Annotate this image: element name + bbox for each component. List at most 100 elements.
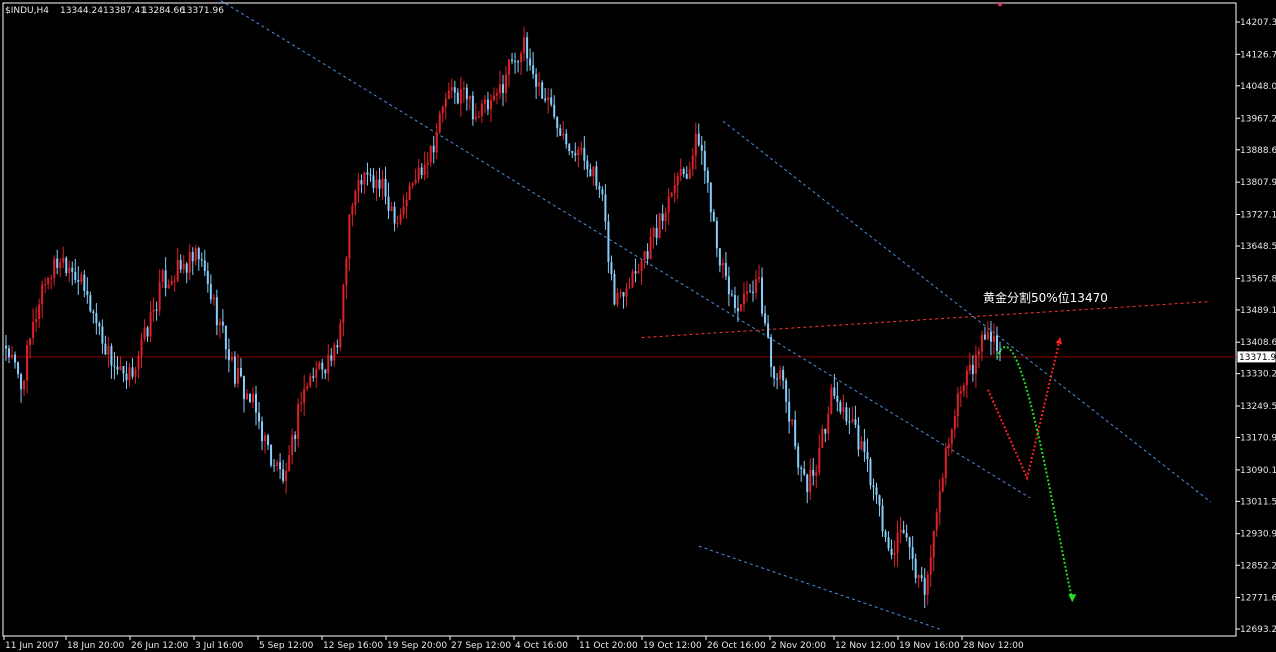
candle-body — [408, 185, 411, 200]
candle — [869, 457, 872, 490]
candle — [438, 110, 441, 134]
candle-body — [405, 199, 408, 207]
candle — [830, 383, 833, 415]
candle-body — [550, 97, 553, 105]
candle-body — [905, 533, 908, 538]
candle-body — [791, 419, 794, 422]
candle-body — [137, 356, 140, 370]
x-tick-label: 28 Nov 12:00 — [963, 641, 1024, 651]
candle-body — [74, 271, 77, 281]
candle-body — [559, 128, 562, 136]
y-tick-label: 13888.6 — [1240, 146, 1276, 156]
candle-body — [303, 388, 306, 403]
candle-body — [68, 267, 71, 274]
candle-body — [236, 368, 239, 384]
candle-body — [297, 403, 300, 439]
candle-body — [288, 454, 291, 471]
candle — [270, 444, 273, 468]
candle-body — [372, 175, 375, 189]
candle-body — [842, 407, 845, 412]
candle-body — [604, 194, 607, 222]
y-tick-label: 13489.1 — [1240, 306, 1276, 316]
candle-body — [53, 258, 56, 278]
candle-body — [649, 236, 652, 259]
candle-body — [761, 277, 764, 314]
candle-body — [980, 334, 983, 352]
candle-body — [532, 65, 535, 75]
candle-body — [450, 87, 453, 91]
candle-body — [164, 270, 167, 288]
candle-body — [607, 221, 610, 262]
candle-body — [983, 334, 986, 340]
candle-body — [480, 103, 483, 117]
candle-body — [47, 278, 50, 285]
candle-body — [974, 355, 977, 375]
x-tick-label: 26 Jun 12:00 — [131, 641, 188, 651]
candle-body — [869, 459, 872, 486]
candle-body — [616, 292, 619, 305]
candle-body — [631, 271, 634, 288]
candle-body — [230, 356, 233, 361]
candle-body — [959, 391, 962, 394]
candle-body — [267, 435, 270, 445]
x-tick-label: 11 Jun 2007 — [5, 641, 59, 651]
candle-body — [634, 271, 637, 274]
candle-body — [646, 251, 649, 259]
candle-body — [788, 401, 791, 422]
candle-body — [691, 155, 694, 170]
candle-body — [134, 369, 137, 377]
price-chart: 14207.3 14126.7 14048.0 13967.2 13888.6 13807… — [0, 0, 1276, 652]
candle-body — [86, 291, 89, 296]
candle-body — [125, 373, 128, 381]
candle-body — [279, 462, 282, 470]
candle-body — [848, 421, 851, 423]
candle-body — [107, 346, 110, 355]
candle-body — [20, 374, 23, 390]
candle-body — [336, 345, 339, 348]
candle-body — [610, 261, 613, 275]
candle-body — [878, 495, 881, 506]
candle-body — [396, 222, 399, 224]
candle-body — [797, 446, 800, 468]
candle-body — [583, 147, 586, 161]
x-tick-label: 4 Oct 16:00 — [515, 641, 568, 651]
candle-body — [381, 178, 384, 189]
candle-body — [863, 441, 866, 453]
candle-body — [589, 169, 592, 177]
candle-body — [830, 387, 833, 414]
candle-body — [562, 133, 565, 136]
candle-body — [300, 402, 303, 404]
y-tick-label: 13011.5 — [1240, 497, 1276, 507]
candle-body — [818, 447, 821, 473]
x-tick-label: 18 Jun 20:00 — [67, 641, 124, 651]
candle-body — [700, 144, 703, 151]
candle-body — [423, 164, 426, 176]
candle-body — [944, 448, 947, 478]
header-high: 13387.41 — [103, 6, 146, 16]
candle-body — [441, 106, 444, 114]
x-tick-label: 26 Oct 16:00 — [707, 641, 766, 651]
candle-body — [776, 378, 779, 380]
candle-body — [508, 59, 511, 75]
candle-body — [926, 574, 929, 595]
candle-body — [752, 291, 755, 293]
candle-body — [529, 58, 532, 66]
candle — [631, 269, 634, 288]
header-close: 13371.96 — [181, 6, 224, 16]
candle-body — [414, 179, 417, 184]
candle-body — [718, 248, 721, 266]
candle-body — [914, 558, 917, 579]
x-tick-label: 2 Nov 20:00 — [771, 641, 826, 651]
candle-body — [447, 90, 450, 99]
candle-body — [911, 547, 914, 559]
candle-body — [770, 337, 773, 367]
candle-body — [378, 179, 381, 189]
candle-body — [369, 174, 372, 176]
candle-body — [965, 370, 968, 386]
candle-body — [643, 251, 646, 261]
candle-body — [393, 206, 396, 224]
candle-body — [444, 98, 447, 107]
candle-body — [637, 271, 640, 274]
candle-body — [321, 362, 324, 370]
candle-body — [893, 552, 896, 556]
